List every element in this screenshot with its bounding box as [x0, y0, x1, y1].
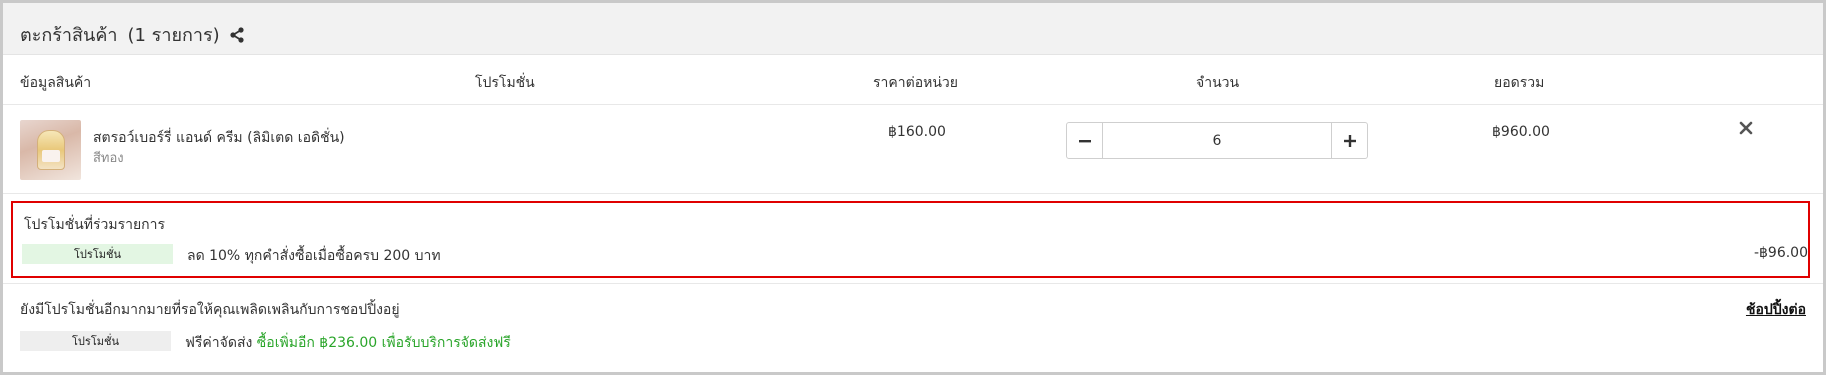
continue-shopping-link[interactable]: ช้อปปิ้งต่อ	[1746, 299, 1806, 321]
product-image[interactable]	[20, 120, 81, 180]
divider	[3, 283, 1823, 284]
close-icon	[1739, 121, 1753, 135]
unit-price: ฿160.00	[888, 124, 946, 140]
column-header-unit-price: ราคาต่อหน่วย	[873, 75, 958, 91]
share-icon[interactable]	[229, 26, 245, 43]
free-shipping-hint: ซื้อเพิ่มอีก ฿236.00 เพื่อรับบริการจัดส่…	[256, 335, 511, 351]
plus-icon	[1343, 134, 1356, 147]
quantity-stepper	[1066, 122, 1368, 159]
column-header-promotion: โปรโมชั่น	[475, 75, 535, 91]
remove-item-button[interactable]	[1739, 121, 1755, 137]
product-name[interactable]: สตรอว์เบอร์รี่ แอนด์ ครีม (ลิมิเตด เอดิช…	[93, 127, 345, 149]
decrease-quantity-button[interactable]	[1067, 123, 1103, 158]
promotion-badge: โปรโมชั่น	[22, 244, 173, 264]
minus-icon	[1078, 139, 1091, 142]
promotion-discount: -฿96.00	[1753, 245, 1808, 261]
applied-promotions-box: โปรโมชั่นที่ร่วมรายการ โปรโมชั่น ลด 10% …	[11, 201, 1810, 278]
column-header-total: ยอดรวม	[1494, 75, 1545, 91]
cart-panel: ตะกร้าสินค้า (1 รายการ) ข้อมูลสินค้า โปร…	[3, 3, 1823, 372]
promotion-description: ลด 10% ทุกคำสั่งซื้อเมื่อซื้อครบ 200 บาท	[187, 248, 441, 264]
cart-title-text: ตะกร้าสินค้า	[20, 25, 118, 46]
promotion-badge: โปรโมชั่น	[20, 331, 171, 351]
product-label-graphic	[42, 150, 60, 162]
divider	[3, 104, 1823, 105]
cart-item-count: (1 รายการ)	[127, 25, 220, 46]
line-total: ฿960.00	[1492, 124, 1550, 140]
cart-title: ตะกร้าสินค้า (1 รายการ)	[20, 20, 245, 49]
column-header-product-info: ข้อมูลสินค้า	[20, 75, 92, 91]
more-promotions-title: ยังมีโปรโมชั่นอีกมากมายที่รอให้คุณเพลิดเ…	[20, 302, 400, 318]
column-header-quantity: จำนวน	[1196, 75, 1240, 91]
product-variant: สีทอง	[93, 151, 124, 166]
increase-quantity-button[interactable]	[1331, 123, 1367, 158]
free-shipping-label: ฟรีค่าจัดส่ง	[185, 335, 253, 351]
applied-promotions-title: โปรโมชั่นที่ร่วมรายการ	[24, 217, 166, 233]
free-shipping-promo: ฟรีค่าจัดส่ง ซื้อเพิ่มอีก ฿236.00 เพื่อร…	[185, 332, 511, 354]
quantity-input[interactable]	[1104, 123, 1330, 158]
divider	[3, 193, 1823, 194]
cart-header: ตะกร้าสินค้า (1 รายการ)	[3, 3, 1823, 55]
